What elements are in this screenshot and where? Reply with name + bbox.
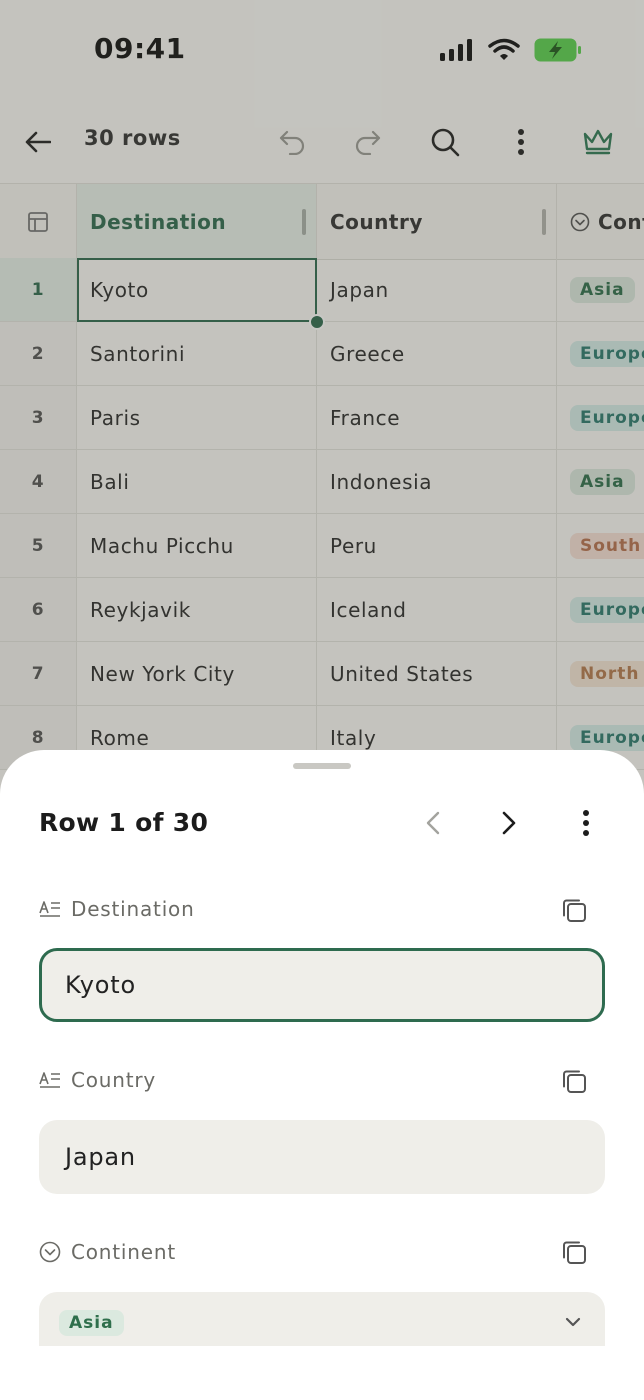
country-field[interactable]: Japan bbox=[39, 1120, 605, 1194]
previous-row-button[interactable] bbox=[411, 801, 455, 845]
record-detail-sheet: Row 1 of 30 Destination Kyoto Country Ja… bbox=[0, 750, 644, 1400]
continent-select-value: Asia bbox=[59, 1310, 124, 1336]
copy-continent-button[interactable] bbox=[556, 1234, 592, 1270]
text-field-icon bbox=[39, 901, 60, 917]
copy-icon bbox=[563, 1070, 586, 1093]
field-label-country: Country bbox=[39, 1068, 156, 1092]
continent-select[interactable]: Asia bbox=[39, 1292, 605, 1346]
chevron-right-icon bbox=[502, 811, 516, 835]
copy-country-button[interactable] bbox=[556, 1063, 592, 1099]
copy-icon bbox=[563, 1241, 586, 1264]
copy-destination-button[interactable] bbox=[556, 892, 592, 928]
field-label-text: Country bbox=[71, 1068, 157, 1092]
sheet-title: Row 1 of 30 bbox=[39, 808, 209, 837]
select-type-icon bbox=[39, 1241, 61, 1263]
text-field-icon bbox=[39, 1072, 60, 1088]
field-label-text: Continent bbox=[71, 1240, 176, 1264]
more-vertical-icon bbox=[583, 810, 589, 836]
field-label-text: Destination bbox=[71, 897, 195, 921]
chevron-left-icon bbox=[426, 811, 440, 835]
row-more-options-button[interactable] bbox=[564, 801, 608, 845]
sheet-drag-handle[interactable] bbox=[293, 763, 351, 769]
destination-field[interactable]: Kyoto bbox=[39, 948, 605, 1022]
screen: 09:41 30 rows Destination Country Con 1 … bbox=[0, 0, 644, 1400]
chevron-down-icon bbox=[565, 1317, 581, 1327]
next-row-button[interactable] bbox=[487, 801, 531, 845]
copy-icon bbox=[563, 899, 586, 922]
field-label-continent: Continent bbox=[39, 1240, 176, 1264]
field-label-destination: Destination bbox=[39, 897, 195, 921]
